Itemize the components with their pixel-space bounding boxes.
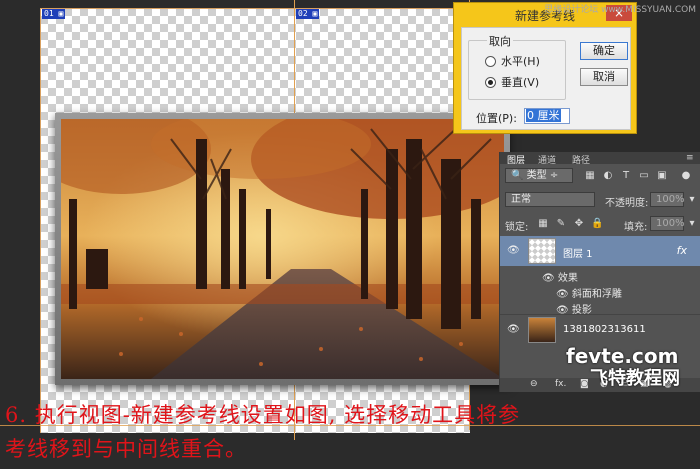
pixel-filter-icon[interactable]: ▦ [584,170,596,182]
tab-channels[interactable]: 通道 [538,153,556,166]
fill-label: 填充: [624,222,648,233]
tab-layers[interactable]: 图层 [507,153,525,166]
mask-icon[interactable]: ◙ [580,379,589,389]
orientation-group: 取向 水平(H) 垂直(V) [468,33,566,100]
radio-vertical[interactable]: 垂直(V) [485,74,539,90]
layer-name: 1381802313611 [563,324,646,335]
tab-paths[interactable]: 路径 [572,153,590,166]
link-icon[interactable]: ⊖ [530,379,538,389]
opacity-input[interactable]: 100% [650,192,685,207]
new-guide-dialog[interactable]: 新建参考线 × 取向 水平(H) 垂直(V) 确定 取消 位置(P): 0 厘米 [453,2,637,134]
tutorial-caption: 6. 执行视图-新建参考线设置如图, 选择移动工具将参 考线移到与中间线重合。 [5,398,697,466]
watermark-name: 飞特教程网 [590,368,680,389]
autumn-photo-layer[interactable] [55,113,510,385]
caption-line: 6. 执行视图-新建参考线设置如图, 选择移动工具将参 [5,403,521,427]
layer-thumbnail [528,317,556,343]
radio-horizontal-label: 水平(H) [501,55,540,68]
radio-icon [485,55,496,67]
eye-icon[interactable]: 👁 [507,245,520,256]
filter-type-select[interactable]: 🔍 类型 ÷ [505,168,573,183]
opacity-label: 不透明度: [605,198,649,209]
lock-all-icon[interactable]: 🔒 [591,218,603,230]
position-label: 位置(P): [476,112,517,125]
eye-icon[interactable]: 👁 [507,324,520,335]
effect-bevel-emboss[interactable]: 👁 斜面和浮雕 [556,285,622,300]
panel-tabs: 图层 通道 路径 ≡ [500,152,700,166]
slice-tag: 02 ▣ [296,8,320,19]
layer-thumbnail [528,238,556,264]
smart-object-filter-icon[interactable]: ▣ [656,170,668,182]
lock-row: 锁定: ▦ ✎ ✥ 🔒 填充: 100% ▾ [500,214,700,234]
layer-row[interactable]: 👁 1381802313611 [500,314,700,344]
filter-row: 🔍 类型 ÷ ▦ ◐ T ▭ ▣ ● [500,166,700,186]
dialog-body: 取向 水平(H) 垂直(V) 确定 取消 位置(P): 0 厘米 [461,27,631,130]
position-input[interactable]: 0 厘米 [524,108,570,124]
cancel-button[interactable]: 取消 [580,68,628,86]
lock-transparency-icon[interactable]: ▦ [537,218,549,230]
layer-name: 图层 1 [563,249,593,260]
lock-position-icon[interactable]: ✥ [573,218,585,230]
radio-horizontal[interactable]: 水平(H) [485,53,540,69]
orientation-label: 取向 [487,33,513,49]
ok-button[interactable]: 确定 [580,42,628,60]
radio-vertical-label: 垂直(V) [501,76,540,89]
blend-mode-select[interactable]: 正常 [505,192,595,207]
caption-line: 考线移到与中间线重合。 [5,437,247,461]
slice-border [40,8,470,9]
filter-toggle-icon[interactable]: ● [680,170,692,182]
type-filter-icon[interactable]: T [620,170,632,182]
radio-selected-icon [485,76,496,88]
chevron-down-icon[interactable]: ▾ [686,218,698,230]
chevron-down-icon[interactable]: ▾ [686,194,698,206]
blend-row: 正常 不透明度: 100% ▾ [500,190,700,210]
adjustment-filter-icon[interactable]: ◐ [602,170,614,182]
lock-label: 锁定: [505,222,529,233]
fx-icon[interactable]: fx [677,244,687,257]
fill-input[interactable]: 100% [650,216,685,231]
effects-item[interactable]: 👁 效果 [542,269,578,284]
slice-border [40,8,41,433]
autumn-forest-photo [61,119,504,379]
site-watermark: 思缘设计论坛 www.MISSYUAN.COM [544,5,696,15]
slice-tag: 01 ▣ [42,8,66,19]
layer-row-selected[interactable]: 👁 图层 1 fx [500,236,700,266]
fx-menu-icon[interactable]: fx. [555,379,566,389]
shape-filter-icon[interactable]: ▭ [638,170,650,182]
lock-paint-icon[interactable]: ✎ [555,218,567,230]
panel-menu-icon[interactable]: ≡ [686,153,694,163]
